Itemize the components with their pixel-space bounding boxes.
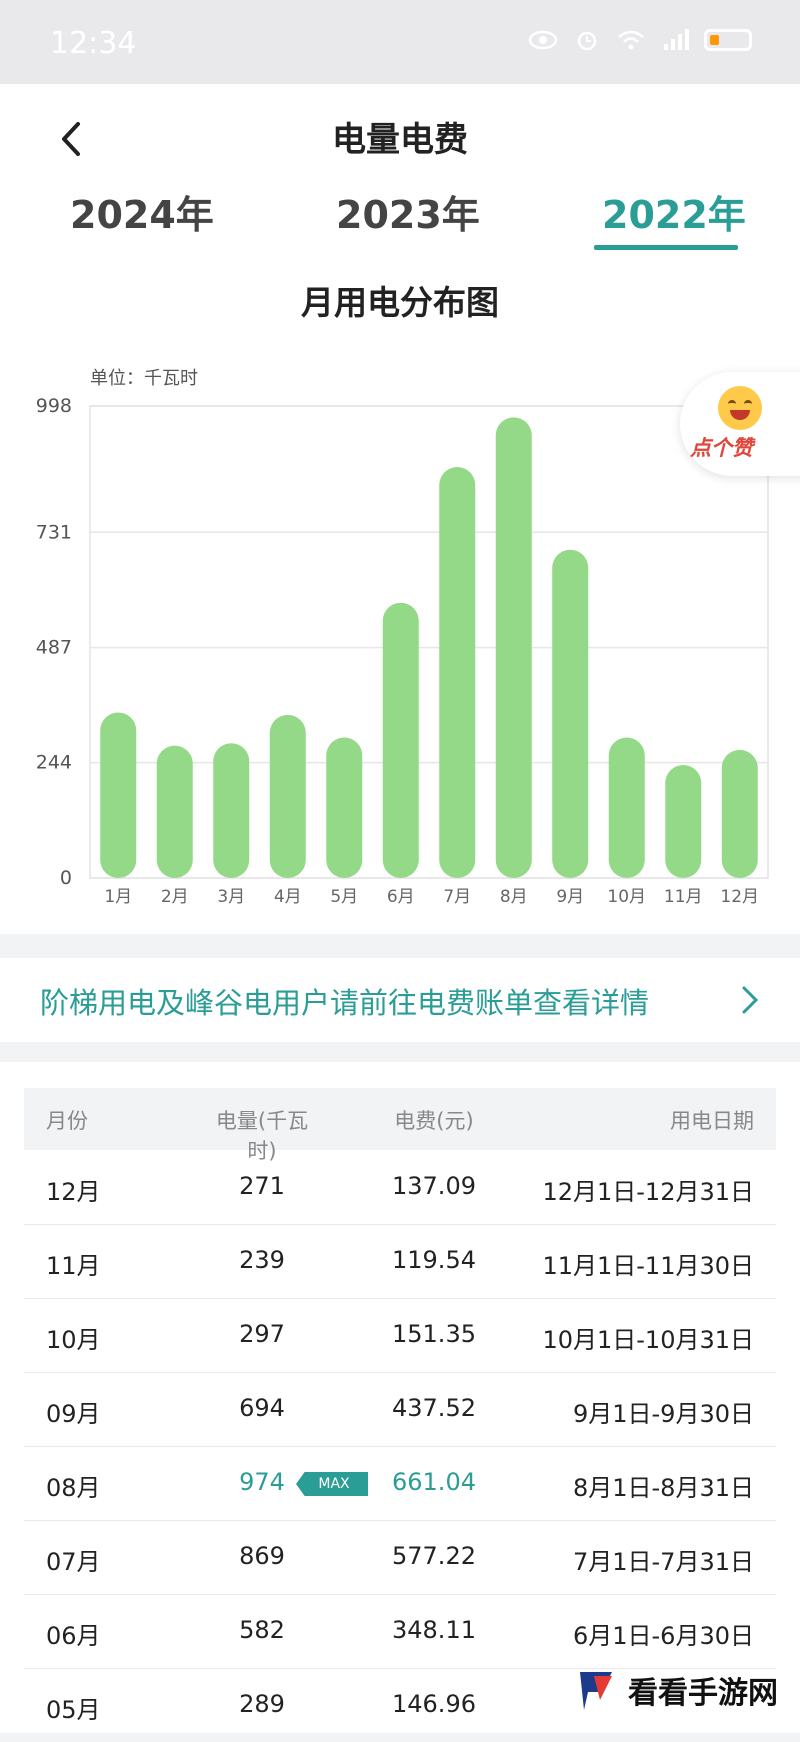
cell-fee: 348.11 — [392, 1616, 476, 1644]
x-tick-label: 5月 — [330, 887, 358, 907]
header-fee: 电费(元) — [394, 1109, 474, 1133]
eye-icon — [528, 30, 558, 50]
status-time: 12:34 — [50, 26, 137, 61]
bar-1 — [100, 712, 137, 878]
table-row[interactable]: 11月 239 119.54 11月1日-11月30日 — [24, 1224, 776, 1299]
bar-11 — [665, 764, 702, 878]
y-tick-label: 731 — [36, 521, 72, 543]
x-tick-label: 3月 — [217, 887, 245, 907]
bar-5 — [326, 737, 363, 878]
cell-month: 05月 — [46, 1696, 101, 1724]
x-tick-label: 9月 — [556, 887, 584, 907]
like-button[interactable]: 点个赞 — [680, 372, 800, 476]
like-label: 点个赞 — [690, 436, 753, 460]
cell-month: 07月 — [46, 1548, 101, 1576]
x-tick-label: 8月 — [500, 887, 528, 907]
cell-period: 11月1日-11月30日 — [542, 1252, 754, 1280]
cell-fee: 137.09 — [392, 1172, 476, 1200]
header-period: 用电日期 — [670, 1109, 754, 1133]
bar-10 — [608, 737, 645, 878]
app-bar: 电量电费 2024年 2023年 2022年 — [0, 84, 800, 258]
y-tick-label: 0 — [60, 867, 72, 889]
bar-8 — [495, 417, 532, 878]
x-tick-label: 12月 — [720, 887, 759, 907]
alarm-icon — [577, 31, 597, 51]
active-tab-indicator — [594, 245, 738, 250]
cell-fee: 146.96 — [392, 1690, 476, 1718]
cell-fee: 437.52 — [392, 1394, 476, 1422]
billing-notice-text: 阶梯用电及峰谷电用户请前往电费账单查看详情 — [40, 986, 650, 1020]
signal-icon — [664, 29, 689, 50]
bar-7 — [439, 467, 476, 878]
bar-4 — [269, 714, 306, 878]
x-tick-label: 10月 — [607, 887, 646, 907]
chevron-right-icon — [742, 986, 759, 1014]
table-row[interactable]: 12月 271 137.09 12月1日-12月31日 — [24, 1150, 776, 1225]
cell-kwh: 239 — [239, 1246, 285, 1274]
cell-month: 08月 — [46, 1474, 101, 1502]
x-tick-label: 7月 — [443, 887, 471, 907]
table-row[interactable]: 06月 582 348.11 6月1日-6月30日 — [24, 1594, 776, 1669]
y-tick-label: 998 — [36, 395, 72, 417]
monthly-usage-bar-chart: 0 244 487 731 998 1月 2月 3月 4月 5月 6月 7月 8月 9月 10月 11月 12月 — [36, 395, 769, 907]
watermark-text: 看看手游网 — [628, 1676, 778, 1711]
tab-year-2024[interactable]: 2024年 — [70, 184, 214, 239]
y-tick-label: 244 — [36, 752, 72, 774]
cell-month: 11月 — [46, 1252, 101, 1280]
x-tick-label: 11月 — [664, 887, 703, 907]
bar-6 — [382, 602, 419, 878]
max-badge: MAX — [296, 1472, 368, 1496]
x-tick-label: 2月 — [161, 887, 189, 907]
table-row[interactable]: 10月 297 151.35 10月1日-10月31日 — [24, 1298, 776, 1373]
tab-year-2022[interactable]: 2022年 — [602, 184, 746, 239]
wifi-icon — [618, 30, 644, 50]
cell-month: 09月 — [46, 1400, 101, 1428]
cell-period: 7月1日-7月31日 — [572, 1548, 754, 1576]
table-row[interactable]: 07月 869 577.22 7月1日-7月31日 — [24, 1520, 776, 1595]
battery-icon — [704, 29, 752, 51]
page-title: 电量电费 — [332, 120, 468, 160]
cell-kwh: 289 — [239, 1690, 285, 1718]
bar-3 — [213, 743, 250, 878]
cell-fee: 661.04 — [392, 1468, 476, 1496]
tab-year-2023[interactable]: 2023年 — [336, 184, 480, 239]
cell-kwh: 694 — [239, 1394, 285, 1422]
bar-2 — [156, 745, 193, 878]
cell-month: 06月 — [46, 1622, 101, 1650]
cell-kwh: 297 — [239, 1320, 285, 1348]
site-watermark: 看看手游网 — [572, 1660, 778, 1720]
cell-period: 10月1日-10月31日 — [542, 1326, 754, 1354]
y-tick-label: 487 — [36, 637, 72, 659]
cell-month: 10月 — [46, 1326, 101, 1354]
cell-fee: 119.54 — [392, 1246, 476, 1274]
x-tick-label: 1月 — [104, 887, 132, 907]
x-tick-label: 6月 — [387, 887, 415, 907]
header-month: 月份 — [46, 1109, 88, 1133]
cell-fee: 151.35 — [392, 1320, 476, 1348]
usage-table: 月份 电量(千瓦时) 电费(元) 用电日期 12月 271 137.09 12月… — [0, 1062, 800, 1733]
cell-kwh: 869 — [239, 1542, 285, 1570]
chart-card: 月用电分布图 单位：千瓦时 0 244 487 731 998 1月 2月 3月 4月 5月 6月 7… — [0, 258, 800, 934]
billing-notice[interactable]: 阶梯用电及峰谷电用户请前往电费账单查看详情 — [0, 958, 800, 1042]
chart-title: 月用电分布图 — [301, 283, 499, 322]
cell-kwh: 582 — [239, 1616, 285, 1644]
table-row[interactable]: 09月 694 437.52 9月1日-9月30日 — [24, 1372, 776, 1447]
cell-period: 12月1日-12月31日 — [542, 1178, 754, 1206]
table-row-max[interactable]: 08月 974 MAX 661.04 8月1日-8月31日 — [24, 1446, 776, 1521]
smile-face-icon — [718, 386, 762, 430]
watermark-logo-icon — [580, 1672, 612, 1710]
cell-month: 12月 — [46, 1178, 101, 1206]
bar-12 — [721, 749, 758, 878]
cell-period: 8月1日-8月31日 — [572, 1474, 754, 1502]
status-bar: 12:34 — [0, 0, 800, 84]
cell-fee: 577.22 — [392, 1542, 476, 1570]
cell-kwh: 271 — [239, 1172, 285, 1200]
cell-period: 6月1日-6月30日 — [572, 1622, 754, 1650]
x-tick-label: 4月 — [274, 887, 302, 907]
table-header: 月份 电量(千瓦时) 电费(元) 用电日期 — [24, 1088, 776, 1163]
bar-9 — [552, 549, 589, 878]
status-icons — [528, 28, 752, 52]
cell-period: 9月1日-9月30日 — [572, 1400, 754, 1428]
